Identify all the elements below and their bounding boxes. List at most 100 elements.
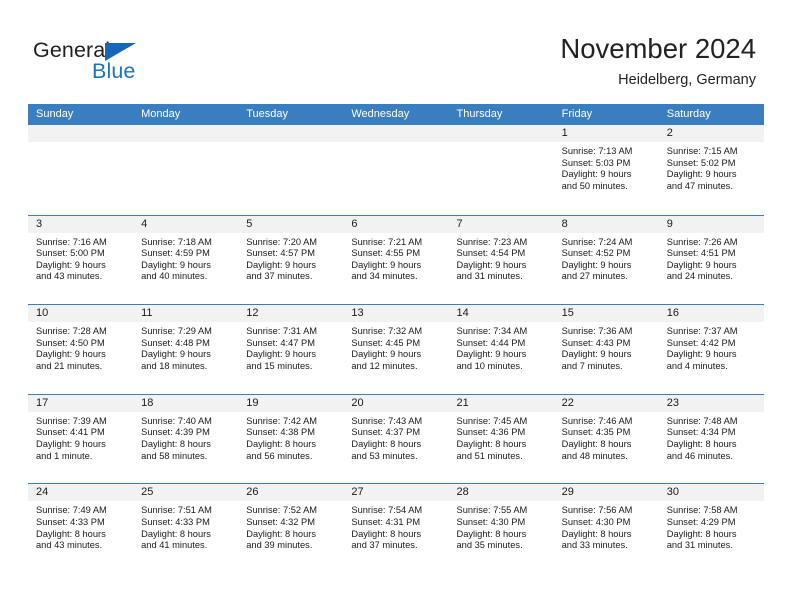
day-sun-info: Sunrise: 7:40 AM Sunset: 4:39 PM Daylight:…: [133, 412, 238, 462]
day-info-line: Daylight: 9 hours: [456, 349, 527, 360]
day-sun-info: Sunrise: 7:58 AM Sunset: 4:29 PM Daylight:…: [659, 501, 764, 551]
day-sun-info: Sunrise: 7:15 AM Sunset: 5:02 PM Daylight:…: [659, 142, 764, 192]
day-cell-13[interactable]: 13 Sunrise: 7:32 AM Sunset: 4:45 PM Dayligh…: [343, 305, 449, 394]
day-sun-info: Sunrise: 7:23 AM Sunset: 4:54 PM Daylight:…: [449, 233, 554, 283]
day-info-line: Daylight: 9 hours: [561, 169, 632, 180]
day-number: 11: [133, 305, 239, 323]
day-number: 23: [658, 394, 764, 412]
day-sun-info: Sunrise: 7:37 AM Sunset: 4:42 PM Daylight:…: [659, 322, 764, 372]
day-info-line: Sunrise: 7:49 AM: [36, 505, 107, 516]
day-cell-11[interactable]: 11 Sunrise: 7:29 AM Sunset: 4:48 PM Dayligh…: [133, 305, 239, 394]
day-info-line: Sunset: 4:34 PM: [666, 427, 736, 438]
day-cell-3[interactable]: 3 Sunrise: 7:16 AM Sunset: 5:00 PM Daylight…: [28, 215, 134, 305]
day-info-line: Daylight: 9 hours: [561, 349, 632, 360]
day-cell-14[interactable]: 14 Sunrise: 7:34 AM Sunset: 4:44 PM Dayligh…: [448, 305, 554, 394]
day-number: [133, 125, 239, 142]
day-number: 9: [658, 215, 764, 233]
weekday-header-row: Sunday Monday Tuesday Wednesday Thursday Frid…: [28, 104, 764, 125]
day-info-line: Daylight: 8 hours: [666, 438, 737, 449]
day-cell-5[interactable]: 5 Sunrise: 7:20 AM Sunset: 4:57 PM Daylight…: [238, 215, 344, 305]
day-info-line: Sunrise: 7:13 AM: [561, 146, 633, 156]
day-cell-10[interactable]: 10 Sunrise: 7:28 AM Sunset: 4:50 PM Dayligh…: [28, 305, 134, 394]
day-info-line: Sunset: 5:00 PM: [36, 248, 105, 259]
day-cell-19[interactable]: 19 Sunrise: 7:42 AM Sunset: 4:38 PM Dayligh…: [238, 394, 344, 484]
day-sun-info: Sunrise: 7:48 AM Sunset: 4:34 PM Daylight:…: [659, 412, 764, 462]
day-info-line: and 24 minutes.: [666, 271, 733, 282]
day-info-line: Daylight: 8 hours: [456, 528, 527, 539]
day-info-line: Daylight: 9 hours: [141, 349, 211, 360]
day-cell-4[interactable]: 4 Sunrise: 7:18 AM Sunset: 4:59 PM Daylight…: [133, 215, 239, 305]
day-info-line: and 31 minutes.: [456, 271, 523, 282]
day-cell-empty: [133, 125, 239, 215]
day-cell-30[interactable]: 30 Sunrise: 7:58 AM Sunset: 4:29 PM Dayligh…: [658, 484, 764, 573]
day-cell-18[interactable]: 18 Sunrise: 7:40 AM Sunset: 4:39 PM Dayligh…: [133, 394, 239, 484]
day-sun-info: Sunrise: 7:24 AM Sunset: 4:52 PM Daylight:…: [554, 233, 659, 283]
day-cell-7[interactable]: 7 Sunrise: 7:23 AM Sunset: 4:54 PM Daylight…: [448, 215, 554, 305]
day-cell-9[interactable]: 9 Sunrise: 7:26 AM Sunset: 4:51 PM Daylight…: [658, 215, 764, 305]
weekday-header-tuesday: Tuesday: [246, 108, 289, 120]
day-cell-23[interactable]: 23 Sunrise: 7:48 AM Sunset: 4:34 PM Dayligh…: [658, 394, 764, 484]
day-sun-info: Sunrise: 7:49 AM Sunset: 4:33 PM Daylight:…: [28, 501, 133, 551]
day-number: 27: [343, 484, 449, 502]
day-info-line: Sunset: 5:03 PM: [561, 157, 631, 168]
weekday-header-saturday: Saturday: [666, 108, 711, 120]
day-cell-22[interactable]: 22 Sunrise: 7:46 AM Sunset: 4:35 PM Dayligh…: [553, 394, 659, 484]
day-cell-20[interactable]: 20 Sunrise: 7:43 AM Sunset: 4:37 PM Dayligh…: [343, 394, 449, 484]
day-info-line: and 39 minutes.: [246, 540, 313, 551]
day-info-line: Sunrise: 7:15 AM: [666, 146, 738, 156]
day-info-line: Sunset: 4:54 PM: [456, 248, 526, 259]
day-cell-6[interactable]: 6 Sunrise: 7:21 AM Sunset: 4:55 PM Daylight…: [343, 215, 449, 305]
day-info-line: Sunrise: 7:45 AM: [456, 415, 528, 426]
day-number: 2: [658, 125, 764, 142]
day-info-line: Sunset: 4:35 PM: [561, 427, 631, 438]
day-info-line: and 12 minutes.: [351, 360, 418, 371]
day-cell-2[interactable]: 2 Sunrise: 7:15 AM Sunset: 5:02 PM Daylight…: [658, 125, 764, 215]
day-info-line: Daylight: 9 hours: [561, 259, 632, 270]
day-cell-24[interactable]: 24 Sunrise: 7:49 AM Sunset: 4:33 PM Dayligh…: [28, 484, 134, 573]
day-info-line: Sunset: 4:30 PM: [456, 516, 526, 527]
day-cell-29[interactable]: 29 Sunrise: 7:56 AM Sunset: 4:30 PM Dayligh…: [553, 484, 659, 573]
day-number: 5: [238, 215, 344, 233]
day-info-line: Sunset: 4:41 PM: [36, 427, 105, 438]
day-cell-28[interactable]: 28 Sunrise: 7:55 AM Sunset: 4:30 PM Dayligh…: [448, 484, 554, 573]
day-info-line: Daylight: 9 hours: [666, 259, 737, 270]
day-cell-26[interactable]: 26 Sunrise: 7:52 AM Sunset: 4:32 PM Dayligh…: [238, 484, 344, 573]
day-number: [448, 125, 554, 142]
day-info-line: Sunrise: 7:55 AM: [456, 505, 528, 516]
general-blue-logo[interactable]: General Blue: [33, 38, 163, 86]
day-cell-16[interactable]: 16 Sunrise: 7:37 AM Sunset: 4:42 PM Dayligh…: [658, 305, 764, 394]
day-info-line: and 46 minutes.: [666, 450, 733, 461]
day-sun-info: Sunrise: 7:42 AM Sunset: 4:38 PM Daylight:…: [238, 412, 343, 462]
day-cell-17[interactable]: 17 Sunrise: 7:39 AM Sunset: 4:41 PM Dayligh…: [28, 394, 134, 484]
day-cell-21[interactable]: 21 Sunrise: 7:45 AM Sunset: 4:36 PM Dayligh…: [448, 394, 554, 484]
day-info-line: and 50 minutes.: [561, 180, 628, 191]
day-info-line: Sunrise: 7:40 AM: [141, 415, 212, 426]
day-sun-info: Sunrise: 7:39 AM Sunset: 4:41 PM Daylight:…: [28, 412, 133, 462]
day-info-line: Sunrise: 7:51 AM: [141, 505, 212, 516]
day-info-line: and 18 minutes.: [141, 360, 208, 371]
day-cell-8[interactable]: 8 Sunrise: 7:24 AM Sunset: 4:52 PM Daylight…: [553, 215, 659, 305]
day-sun-info: Sunrise: 7:51 AM Sunset: 4:33 PM Daylight:…: [133, 501, 238, 551]
day-sun-info: Sunrise: 7:56 AM Sunset: 4:30 PM Daylight:…: [554, 501, 659, 551]
day-number: 25: [133, 484, 239, 502]
day-info-line: Sunset: 4:37 PM: [351, 427, 421, 438]
day-cell-25[interactable]: 25 Sunrise: 7:51 AM Sunset: 4:33 PM Dayligh…: [133, 484, 239, 573]
day-info-line: Sunset: 4:31 PM: [351, 516, 421, 527]
day-info-line: Sunrise: 7:42 AM: [246, 415, 318, 426]
day-info-line: Sunset: 4:36 PM: [456, 427, 526, 438]
day-number: [28, 125, 134, 142]
day-sun-info: Sunrise: 7:28 AM Sunset: 4:50 PM Daylight:…: [28, 322, 133, 372]
day-number: 6: [343, 215, 449, 233]
day-number: 20: [343, 394, 449, 412]
day-cell-15[interactable]: 15 Sunrise: 7:36 AM Sunset: 4:43 PM Dayligh…: [553, 305, 659, 394]
day-info-line: and 15 minutes.: [246, 360, 313, 371]
day-cell-12[interactable]: 12 Sunrise: 7:31 AM Sunset: 4:47 PM Dayligh…: [238, 305, 344, 394]
day-cell-27[interactable]: 27 Sunrise: 7:54 AM Sunset: 4:31 PM Dayligh…: [343, 484, 449, 573]
day-info-line: Daylight: 9 hours: [246, 349, 317, 360]
day-sun-info: Sunrise: 7:26 AM Sunset: 4:51 PM Daylight:…: [659, 233, 764, 283]
day-cell-1[interactable]: 1 Sunrise: 7:13 AM Sunset: 5:03 PM Daylight…: [553, 125, 659, 215]
calendar-week-row: 10 Sunrise: 7:28 AM Sunset: 4:50 PM Dayligh…: [28, 304, 764, 394]
day-number: 15: [553, 305, 659, 323]
page-header: General Blue November 2024 Heidelberg, G…: [0, 0, 792, 104]
day-info-line: Daylight: 8 hours: [561, 438, 632, 449]
